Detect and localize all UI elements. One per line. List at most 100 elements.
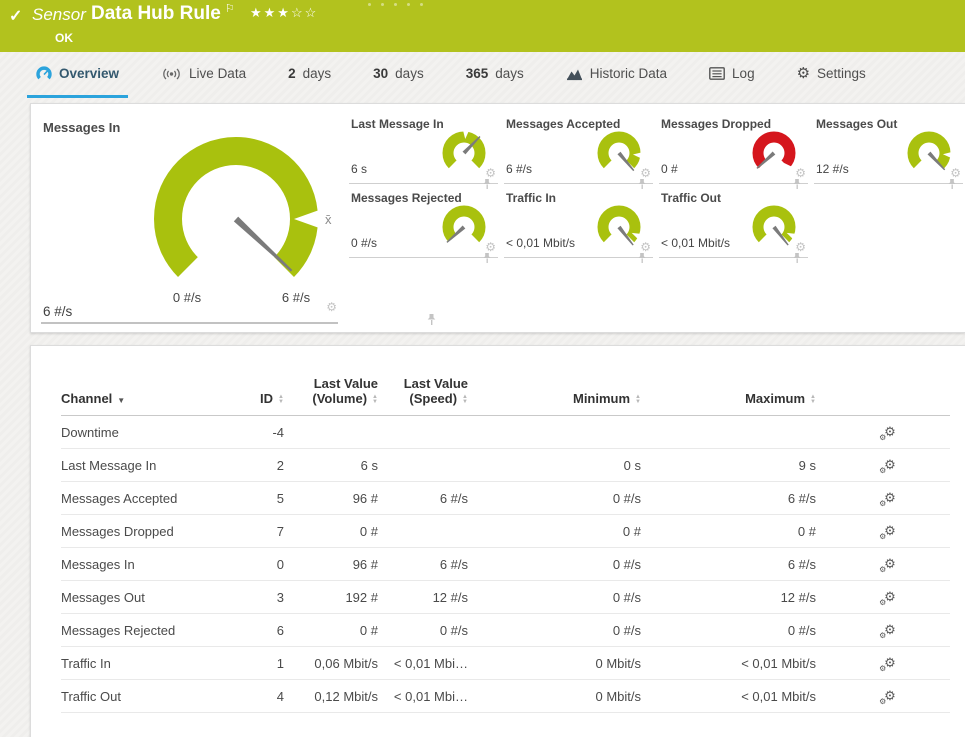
channel-name: Messages Dropped: [61, 514, 246, 548]
channel-min: 0 s: [482, 448, 655, 482]
mini-gauge-tile: Messages Accepted 6 #/s ⚙: [504, 112, 653, 189]
tab-365-days[interactable]: 365 days: [457, 52, 533, 98]
area-chart-icon: [566, 69, 582, 80]
channel-volume: 192 #: [298, 580, 392, 614]
column-header-id[interactable]: ID ▲ ▼: [246, 376, 298, 416]
sort-icon[interactable]: ▲ ▼: [810, 394, 816, 405]
sort-icon[interactable]: ▲ ▼: [635, 394, 641, 405]
channel-max: 6 #/s: [655, 547, 830, 581]
column-label: Maximum: [745, 391, 806, 406]
channel-settings-icon[interactable]: ⚙ ⚙: [879, 655, 896, 673]
channel-max: 0 #/s: [655, 613, 830, 647]
tab-2-days[interactable]: 2 days: [279, 52, 340, 98]
gauge-title: Last Message In: [351, 117, 444, 131]
tab-label: Live Data: [189, 66, 247, 81]
column-label: (Speed): [409, 391, 458, 406]
channel-min: 0 Mbit/s: [482, 646, 655, 680]
sort-icon[interactable]: ▲ ▼: [462, 394, 468, 405]
mini-gauge-tile: Traffic In < 0,01 Mbit/s ⚙: [504, 186, 653, 263]
tab-settings[interactable]: ⚙ Settings: [788, 52, 875, 98]
channel-last-value: < 0,01 Mbit/s: [506, 236, 576, 250]
gauge-title: Messages Out: [816, 117, 898, 131]
pin-icon[interactable]: [482, 252, 492, 264]
channel-name: Messages Rejected: [61, 613, 246, 647]
channel-settings-icon[interactable]: ⚙ ⚙: [879, 556, 896, 574]
flag-icon[interactable]: ⚐: [225, 2, 235, 15]
mini-gauge-tile: Messages Rejected 0 #/s ⚙: [349, 186, 498, 263]
tab-live-data[interactable]: Live Data: [152, 52, 255, 98]
channel-last-value: 12 #/s: [816, 162, 849, 176]
channel-settings-icon[interactable]: ⚙ ⚙: [879, 589, 896, 607]
channel-max: < 0,01 Mbit/s: [655, 679, 830, 713]
channel-min: [482, 415, 655, 449]
channel-volume: 0 #: [298, 613, 392, 647]
primary-gauge: x̄: [154, 137, 332, 277]
tab-label: Log: [732, 66, 755, 81]
channel-volume: 96 #: [298, 547, 392, 581]
channel-settings-icon[interactable]: ⚙ ⚙: [879, 424, 896, 442]
priority-stars[interactable]: ★★★☆☆: [250, 5, 318, 21]
channel-table-panel: Channel ▼ ID ▲ ▼ Last Value (Volume) ▲ ▼ Last…: [30, 345, 965, 737]
pin-icon[interactable]: [637, 252, 647, 264]
column-label: Last Value: [313, 376, 378, 391]
pin-icon[interactable]: [426, 313, 437, 326]
channel-last-value: 6 #/s: [506, 162, 533, 176]
channel-name: Traffic Out: [61, 679, 246, 713]
channel-id: 2: [246, 448, 298, 482]
channel-max: 0 #: [655, 514, 830, 548]
table-row: Last Message In 2 6 s 0 s 9 s ⚙ ⚙: [61, 448, 950, 482]
pin-icon[interactable]: [947, 178, 957, 190]
channel-settings-icon[interactable]: ⚙ ⚙: [879, 622, 896, 640]
channel-settings-icon[interactable]: ⚙ ⚙: [879, 490, 896, 508]
pin-icon[interactable]: [792, 252, 802, 264]
channel-settings-icon[interactable]: ⚙ ⚙: [879, 688, 896, 706]
channel-last-value: 6 #/s: [43, 304, 73, 319]
tab-overview[interactable]: Overview: [27, 52, 129, 98]
channel-name: Messages Accepted: [61, 481, 246, 515]
channel-settings-icon[interactable]: ⚙ ⚙: [879, 457, 896, 475]
channel-id: 3: [246, 580, 298, 614]
sort-icon[interactable]: ▲ ▼: [372, 394, 378, 405]
channel-settings-icon[interactable]: ⚙ ⚙: [879, 523, 896, 541]
channel-max: 12 #/s: [655, 580, 830, 614]
column-label: Minimum: [572, 391, 631, 406]
column-header-maximum[interactable]: Maximum ▲ ▼: [655, 376, 830, 416]
column-header-channel[interactable]: Channel ▼: [61, 376, 246, 416]
sensor-overview-page: ✓ Sensor Data Hub Rule ⚐ ★★★☆☆ OK Overvi…: [0, 0, 965, 737]
channel-name: Messages Out: [61, 580, 246, 614]
channel-name: Traffic In: [61, 646, 246, 680]
table-row: Messages Rejected 6 0 # 0 #/s 0 #/s 0 #/…: [61, 613, 950, 647]
column-header-actions: [830, 376, 950, 416]
tab-label: Overview: [59, 66, 120, 81]
channel-max: < 0,01 Mbit/s: [655, 646, 830, 680]
column-header-minimum[interactable]: Minimum ▲ ▼: [482, 376, 655, 416]
sort-icon[interactable]: ▲ ▼: [278, 394, 284, 405]
channel-last-value: 0 #/s: [351, 236, 378, 250]
status-check-icon: ✓: [9, 8, 23, 25]
channel-id: 5: [246, 481, 298, 515]
channel-speed: < 0,01 Mbi…: [393, 688, 468, 704]
channel-max: 6 #/s: [655, 481, 830, 515]
table-row: Messages Dropped 7 0 # 0 # 0 # ⚙ ⚙: [61, 514, 950, 548]
tab-label: Settings: [817, 66, 866, 81]
channel-volume: 0,12 Mbit/s: [314, 688, 378, 704]
column-label: Channel: [61, 391, 113, 406]
table-header-row: Channel ▼ ID ▲ ▼ Last Value (Volume) ▲ ▼ Last…: [61, 376, 950, 416]
channel-gear-icon[interactable]: ⚙: [326, 301, 337, 313]
tab-log[interactable]: Log: [700, 52, 764, 98]
channel-id: 0: [246, 547, 298, 581]
channel-name: Messages In: [61, 547, 246, 581]
channel-id: -4: [246, 415, 298, 449]
channel-min: 0 #/s: [482, 580, 655, 614]
column-header-last-value-volume[interactable]: Last Value (Volume) ▲ ▼: [298, 376, 392, 416]
channel-id: 7: [246, 514, 298, 548]
sort-desc-icon[interactable]: ▼: [117, 396, 125, 405]
table-row: Traffic Out 4 0,12 Mbit/s < 0,01 Mbi… 0 …: [61, 679, 950, 713]
column-header-last-value-speed[interactable]: Last Value (Speed) ▲ ▼: [392, 376, 482, 416]
tab-historic-data[interactable]: Historic Data: [557, 52, 676, 98]
channel-speed: 0 #/s: [392, 613, 482, 647]
tab-30-days[interactable]: 30 days: [364, 52, 433, 98]
primary-channel-gauge-tile: Messages In x̄ 0 #/s 6 #/s 6 #/s ⚙: [41, 112, 436, 326]
gauge-icon: [36, 65, 52, 79]
channel-speed: 6 #/s: [392, 547, 482, 581]
